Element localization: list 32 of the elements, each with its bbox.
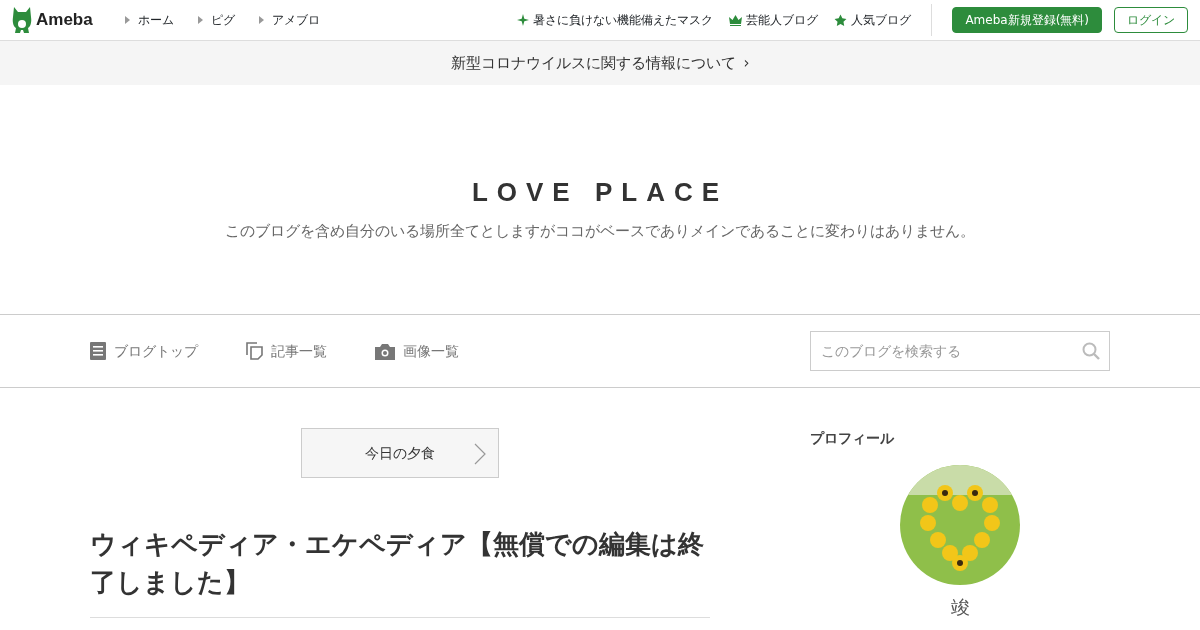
sparkle-icon — [517, 14, 530, 26]
logo[interactable]: Ameba — [12, 7, 93, 33]
search-icon — [1082, 342, 1100, 360]
header-link[interactable]: 人気ブログ — [834, 11, 912, 29]
blog-nav-link[interactable]: 画像一覧 — [375, 340, 459, 362]
nav-link[interactable]: アメブロ — [258, 11, 320, 29]
blog-nav-link[interactable]: 記事一覧 — [246, 340, 327, 362]
profile-heading: プロフィール — [810, 429, 895, 448]
notice-link[interactable]: 新型コロナウイルスに関する情報について › — [450, 51, 750, 75]
camera-icon — [375, 342, 395, 360]
triangle-icon — [124, 16, 130, 24]
nav-link[interactable]: ピグ — [197, 11, 235, 29]
header-link[interactable]: 芸能人ブログ — [729, 11, 819, 29]
pages-icon — [246, 342, 263, 360]
register-button[interactable]: Ameba新規登録(無料) — [952, 7, 1102, 33]
document-icon — [90, 342, 106, 360]
blog-title[interactable]: LOVE PLACE — [471, 172, 729, 212]
login-button[interactable]: ログイン — [1114, 7, 1188, 33]
blog-nav-link[interactable]: ブログトップ — [90, 340, 198, 362]
article-title: ウィキペディア・エケペディア【無償での編集は終了しました】 — [90, 528, 705, 599]
chevron-icon — [474, 443, 486, 465]
header-link[interactable]: 暑さに負けない機能備えたマスク — [517, 11, 714, 29]
crown-icon — [729, 14, 743, 26]
triangle-icon — [258, 16, 264, 24]
mascot-icon — [12, 7, 32, 33]
profile-name: 竣 — [949, 595, 971, 620]
blog-description: このブログを含め自分のいる場所全てとしますがココがベースでありメインであることに変わりはありません。 — [225, 220, 975, 242]
triangle-icon — [197, 16, 203, 24]
search-field[interactable]: このブログを検索する — [810, 331, 1110, 371]
star-icon — [834, 13, 848, 27]
theme-button[interactable]: 今日の夕食 — [301, 428, 499, 478]
nav-link[interactable]: ホーム — [124, 11, 174, 29]
